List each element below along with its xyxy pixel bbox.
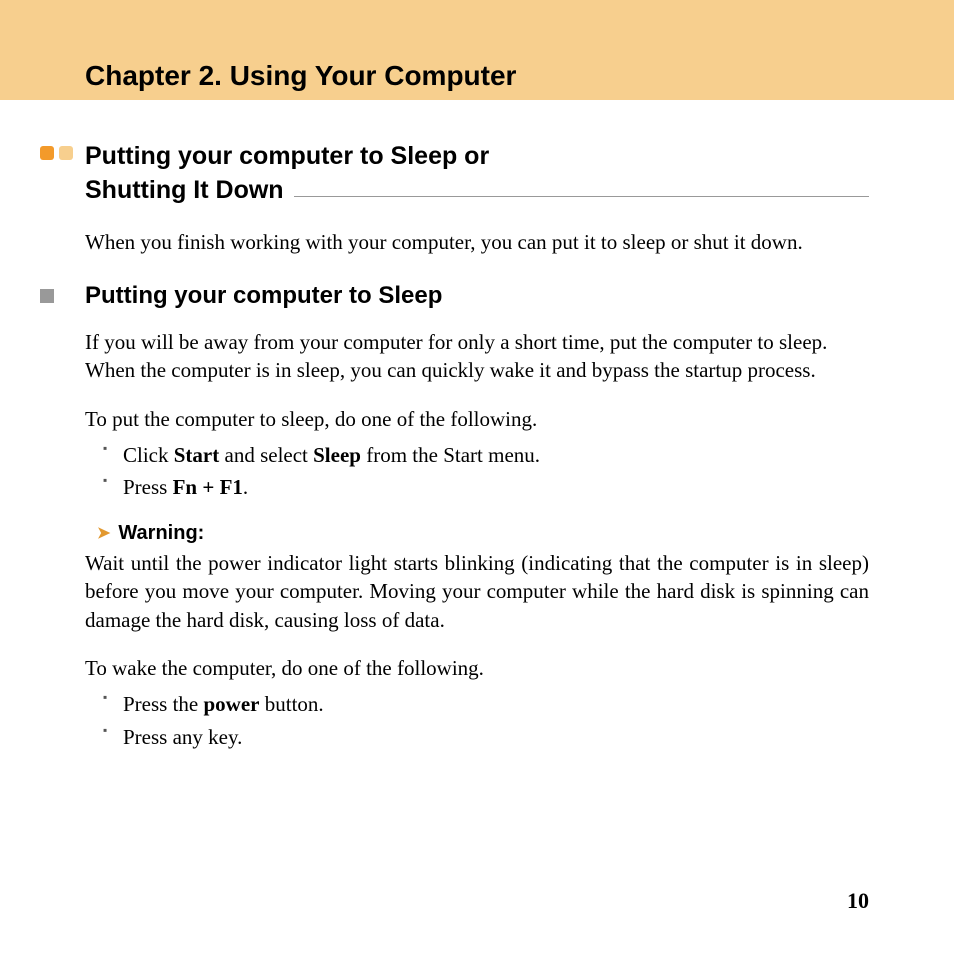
section-intro-paragraph: When you finish working with your comput… xyxy=(85,228,869,256)
warning-label: Warning: xyxy=(118,522,204,545)
text-fragment: Click xyxy=(123,443,174,467)
chapter-header-band: Chapter 2. Using Your Computer xyxy=(0,0,954,100)
grey-square-icon xyxy=(40,289,54,303)
orange-square-icon xyxy=(40,146,54,160)
warning-heading-row: ➤ Warning: xyxy=(97,522,869,545)
wake-steps-list: Press the power button. Press any key. xyxy=(103,688,869,753)
section-title-line2-row: Shutting It Down xyxy=(85,174,869,208)
bold-text: Fn + F1 xyxy=(173,475,243,499)
list-item: Press any key. xyxy=(103,721,869,754)
list-item: Press the power button. xyxy=(103,688,869,721)
list-item: Click Start and select Sleep from the St… xyxy=(103,439,869,472)
section-title-line2: Shutting It Down xyxy=(85,174,284,208)
text-fragment: button. xyxy=(260,692,324,716)
subsection-paragraph-1: If you will be away from your computer f… xyxy=(85,328,869,356)
bold-text: power xyxy=(204,692,260,716)
chapter-title: Chapter 2. Using Your Computer xyxy=(85,60,516,92)
section-heading-row: Putting your computer to Sleep or Shutti… xyxy=(40,140,869,208)
section-divider-line xyxy=(294,196,869,197)
section-bullet-pair-icon xyxy=(40,146,73,160)
subsection-heading-row: Putting your computer to Sleep xyxy=(40,282,869,310)
section-title-wrap: Putting your computer to Sleep or Shutti… xyxy=(85,140,869,208)
sleep-steps-list: Click Start and select Sleep from the St… xyxy=(103,439,869,504)
page-number: 10 xyxy=(847,888,869,914)
document-page: Chapter 2. Using Your Computer Putting y… xyxy=(0,0,954,954)
list-item: Press Fn + F1. xyxy=(103,471,869,504)
text-fragment: Press the xyxy=(123,692,204,716)
text-fragment: . xyxy=(243,475,248,499)
text-fragment: from the Start menu. xyxy=(361,443,540,467)
subsection-title: Putting your computer to Sleep xyxy=(85,282,442,310)
section-title-line1: Putting your computer to Sleep or xyxy=(85,140,869,174)
page-content: Putting your computer to Sleep or Shutti… xyxy=(0,100,954,753)
bold-text: Start xyxy=(174,443,220,467)
sleep-steps-lead: To put the computer to sleep, do one of … xyxy=(85,405,869,433)
subsection-paragraph-2: When the computer is in sleep, you can q… xyxy=(85,356,869,384)
light-orange-square-icon xyxy=(59,146,73,160)
text-fragment: Press xyxy=(123,475,173,499)
arrow-right-icon: ➤ xyxy=(97,523,110,543)
warning-body: Wait until the power indicator light sta… xyxy=(85,549,869,634)
text-fragment: and select xyxy=(219,443,313,467)
bold-text: Sleep xyxy=(313,443,361,467)
wake-steps-lead: To wake the computer, do one of the foll… xyxy=(85,654,869,682)
